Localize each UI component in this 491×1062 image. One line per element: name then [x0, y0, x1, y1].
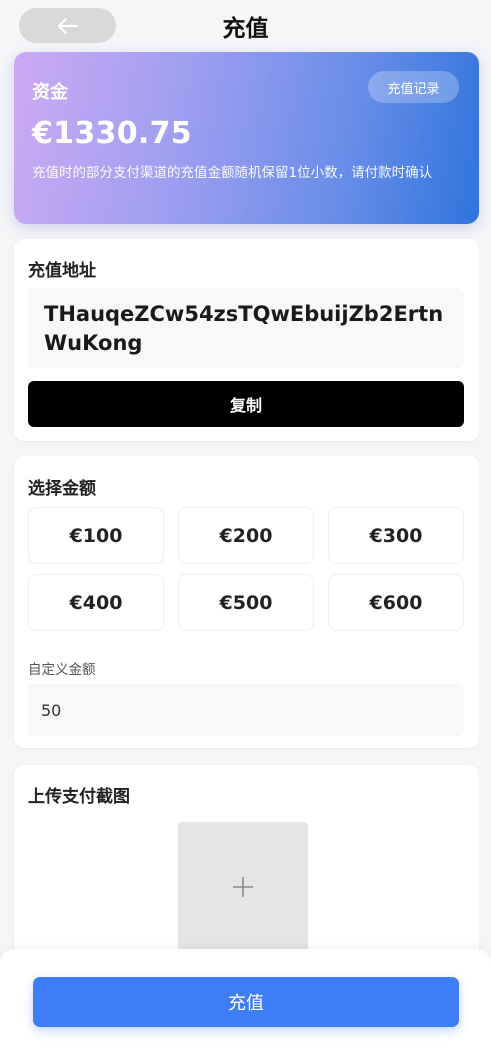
bottom-bar: 充值: [0, 949, 491, 1062]
address-title: 充值地址: [28, 261, 96, 281]
amount-title: 选择金额: [28, 479, 96, 499]
amount-card: 选择金额 €100 €200 €300 €400 €500 €600 自定义金额: [14, 456, 479, 748]
amount-option-100[interactable]: €100: [28, 507, 164, 564]
recharge-page: 充值 资金 充值记录 €1330.75 充值时的部分支付渠道的充值金额随机保留1…: [0, 0, 491, 1062]
address-value: THauqeZCw54zsTQwEbuijZb2ErtnWuKong: [28, 288, 464, 368]
balance-card: 资金 充值记录 €1330.75 充值时的部分支付渠道的充值金额随机保留1位小数…: [14, 52, 479, 224]
custom-amount-input[interactable]: [28, 684, 464, 736]
balance-note: 充值时的部分支付渠道的充值金额随机保留1位小数，请付款时确认: [32, 165, 433, 181]
balance-amount: €1330.75: [32, 116, 192, 151]
balance-label: 资金: [32, 82, 68, 103]
amount-option-300[interactable]: €300: [328, 507, 464, 564]
page-title: 充值: [222, 16, 269, 42]
header: 充值: [0, 0, 491, 50]
submit-recharge-button[interactable]: 充值: [33, 977, 459, 1027]
amount-option-200[interactable]: €200: [178, 507, 314, 564]
upload-title: 上传支付截图: [28, 787, 130, 807]
address-card: 充值地址 THauqeZCw54zsTQwEbuijZb2ErtnWuKong …: [14, 239, 479, 441]
copy-button[interactable]: 复制: [28, 381, 464, 427]
recharge-records-button[interactable]: 充值记录: [368, 71, 459, 103]
upload-screenshot-button[interactable]: [178, 822, 308, 952]
plus-icon: [233, 877, 253, 897]
amount-option-500[interactable]: €500: [178, 574, 314, 631]
amount-option-400[interactable]: €400: [28, 574, 164, 631]
amount-option-600[interactable]: €600: [328, 574, 464, 631]
custom-amount-label: 自定义金额: [28, 662, 96, 678]
